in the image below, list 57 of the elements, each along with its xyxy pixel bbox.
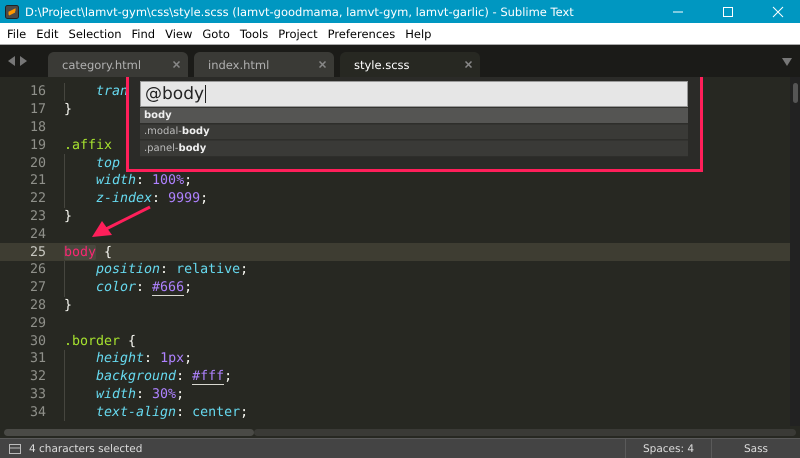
line-number: 27 [28,280,46,296]
window-title: D:\Project\lamvt-gym\css\style.scss (lamvt-goodmama, lamvt-gym, lamvt-garlic) - Sublime Text [25,4,575,18]
line-number: 34 [28,404,46,420]
status-message: 4 characters selected [29,442,144,454]
symbol-result[interactable]: .panel-body [140,141,688,156]
line-number: 16 [28,84,46,100]
line-number: 22 [28,191,46,206]
close-icon[interactable] [319,61,326,68]
dropdown-icon[interactable] [782,58,792,66]
line-number: 33 [28,386,46,402]
menu-item[interactable]: Find [126,26,160,40]
menu-item[interactable]: Edit [31,26,64,40]
line-number: 20 [28,156,46,171]
symbol-result[interactable]: body [140,108,688,124]
tab[interactable]: style.scss [340,52,480,77]
app-icon [5,4,19,18]
symbol-search-field[interactable]: @body [140,81,688,107]
line-number: 18 [28,120,46,135]
close-icon[interactable] [465,61,472,68]
menu-item[interactable]: File [2,26,32,40]
code-line: .border { [64,332,136,350]
menu-item[interactable]: Tools [234,26,274,40]
line-number: 23 [28,208,46,224]
line-number: 31 [28,351,46,366]
code-line: body { [64,244,112,261]
tab[interactable]: index.html [194,52,334,77]
menu-item[interactable]: View [160,26,198,40]
close-icon[interactable] [173,61,180,68]
line-number: 25 [28,244,46,260]
menu-item[interactable]: Preferences [322,26,400,40]
syntax-setting[interactable]: Sass [711,439,800,458]
line-number: 30 [28,334,46,349]
menu-item[interactable]: Selection [64,26,127,40]
line-number: 32 [28,369,46,384]
indentation-setting[interactable]: Spaces: 4 [625,439,711,458]
arrow [90,205,152,239]
forward-icon[interactable] [19,56,27,66]
back-icon[interactable] [8,56,16,66]
line-number: 28 [28,298,46,313]
code-line: } [64,101,72,119]
line-number: 29 [28,316,46,331]
tab[interactable]: category.html [48,52,188,77]
menu-item[interactable]: Goto [197,26,235,40]
code-line: } [64,208,72,226]
menu-item[interactable]: Help [400,26,436,40]
line-number: 26 [28,262,46,278]
line-number: 17 [28,102,46,118]
line-number: 19 [28,138,46,153]
line-number: 21 [28,173,46,188]
scrollbar[interactable] [790,77,800,426]
panel-icon[interactable] [9,444,21,454]
menu-item[interactable]: Project [273,26,323,40]
code-line: } [64,296,72,314]
code-line: .affix [64,136,112,154]
maximize-icon[interactable] [722,6,734,18]
line-number: 24 [28,226,46,242]
symbol-result[interactable]: .modal-body [140,124,688,140]
